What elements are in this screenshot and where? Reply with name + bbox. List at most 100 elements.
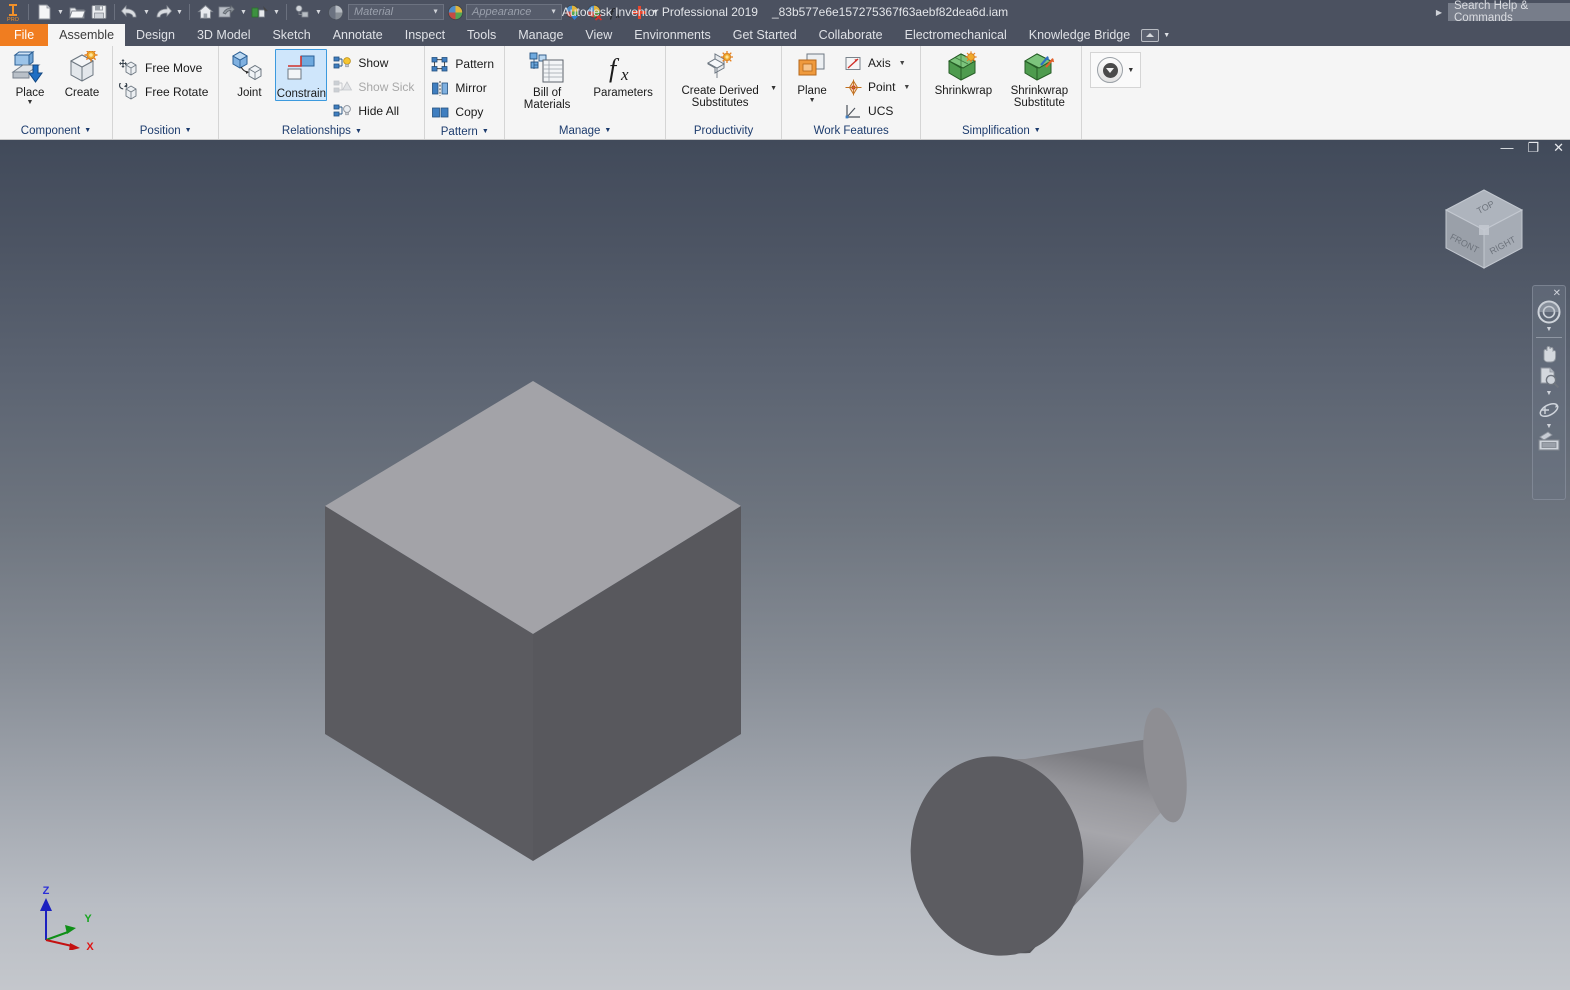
clear-appearance-icon[interactable]: [584, 1, 606, 23]
create-derived-dropdown-arrow[interactable]: ▼: [770, 85, 777, 92]
cube-model[interactable]: [325, 381, 745, 861]
panel-title-position[interactable]: Position ▼: [117, 122, 214, 139]
create-derived-substitutes-button[interactable]: Create Derived Substitutes: [670, 49, 770, 109]
orbit-dropdown-arrow[interactable]: ▼: [1546, 422, 1553, 431]
search-input[interactable]: Search Help & Commands: [1448, 0, 1570, 24]
panel-title-simplification[interactable]: Simplification ▼: [925, 122, 1077, 139]
overflow-dropdown-arrow[interactable]: ▼: [1127, 67, 1134, 74]
plane-dropdown-arrow[interactable]: ▼: [809, 97, 816, 105]
panel-title-component-arrow[interactable]: ▼: [84, 127, 91, 134]
panel-title-pattern[interactable]: Pattern ▼: [429, 124, 500, 139]
constrain-button[interactable]: Constrain: [275, 49, 328, 101]
pan-hand-icon[interactable]: [1534, 341, 1564, 365]
cone-model[interactable]: [862, 670, 1192, 965]
panel-title-relationships-arrow[interactable]: ▼: [355, 128, 362, 135]
point-button[interactable]: Point ▼: [842, 75, 916, 99]
material-combobox-arrow[interactable]: ▼: [432, 9, 439, 16]
ribbon-minimize-icon[interactable]: [1141, 28, 1160, 42]
save-icon[interactable]: [88, 1, 110, 23]
select-dropdown-arrow[interactable]: ▼: [313, 1, 324, 23]
fx-parameters-icon[interactable]: f x: [606, 1, 628, 23]
tab-sketch[interactable]: Sketch: [261, 24, 321, 46]
inventor-pro-logo-icon[interactable]: PRO: [2, 1, 24, 23]
ribbon-minimize-arrow[interactable]: ▼: [1163, 32, 1170, 39]
bill-of-materials-button[interactable]: Bill of Materials: [509, 49, 585, 111]
pattern-button[interactable]: Pattern: [429, 52, 500, 76]
panel-title-relationships[interactable]: Relationships ▼: [223, 123, 420, 139]
undo-dropdown-arrow[interactable]: ▼: [141, 1, 152, 23]
search-expand-caret[interactable]: ▶: [1430, 8, 1448, 17]
panel-title-component[interactable]: Component ▼: [4, 122, 108, 139]
restore-button[interactable]: ❐: [1527, 141, 1539, 154]
new-file-dropdown-arrow[interactable]: ▼: [55, 1, 66, 23]
plane-button[interactable]: Plane ▼: [786, 49, 838, 105]
tab-collaborate[interactable]: Collaborate: [808, 24, 894, 46]
panel-title-pattern-arrow[interactable]: ▼: [482, 128, 489, 135]
joint-button[interactable]: Joint: [223, 49, 275, 99]
tab-get-started[interactable]: Get Started: [722, 24, 808, 46]
tab-environments[interactable]: Environments: [623, 24, 721, 46]
tab-file[interactable]: File: [0, 24, 49, 46]
tab-electromechanical[interactable]: Electromechanical: [894, 24, 1018, 46]
tab-design[interactable]: Design: [125, 24, 186, 46]
free-move-button[interactable]: Free Move: [117, 56, 214, 80]
zoom-icon[interactable]: [1534, 365, 1564, 389]
appearance-sphere-icon[interactable]: [324, 1, 346, 23]
material-sphere-icon[interactable]: [444, 1, 466, 23]
look-camera-icon[interactable]: [1534, 431, 1564, 453]
appearance-combobox-arrow[interactable]: ▼: [550, 9, 557, 16]
panel-title-simplification-arrow[interactable]: ▼: [1034, 127, 1041, 134]
axis-button[interactable]: Axis ▼: [842, 51, 916, 75]
free-rotate-button[interactable]: Free Rotate: [117, 80, 214, 104]
hide-all-relationships-button[interactable]: Hide All: [331, 99, 420, 123]
show-relationships-button[interactable]: Show: [331, 51, 420, 75]
update-icon[interactable]: [249, 1, 271, 23]
point-dropdown-arrow[interactable]: ▼: [903, 84, 910, 91]
axis-dropdown-arrow[interactable]: ▼: [899, 60, 906, 67]
tab-view[interactable]: View: [574, 24, 623, 46]
tab-manage[interactable]: Manage: [507, 24, 574, 46]
material-combobox[interactable]: Material ▼: [348, 4, 444, 20]
parameters-button[interactable]: f x Parameters: [585, 49, 661, 99]
return-dropdown-arrow[interactable]: ▼: [238, 1, 249, 23]
steering-wheel-icon[interactable]: [1534, 299, 1564, 325]
tab-tools[interactable]: Tools: [456, 24, 507, 46]
place-component-button[interactable]: Place ▼: [4, 49, 56, 107]
new-file-icon[interactable]: [33, 1, 55, 23]
adjust-appearance-icon[interactable]: [562, 1, 584, 23]
view-cube[interactable]: TOP FRONT RIGHT: [1436, 180, 1532, 276]
overflow-dropdown-button[interactable]: [1097, 57, 1124, 83]
tab-inspect[interactable]: Inspect: [394, 24, 456, 46]
shrinkwrap-substitute-button[interactable]: Shrinkwrap Substitute: [1001, 49, 1077, 109]
select-icon[interactable]: [291, 1, 313, 23]
tab-assemble[interactable]: Assemble: [48, 24, 126, 46]
mirror-button[interactable]: Mirror: [429, 76, 500, 100]
zoom-dropdown-arrow[interactable]: ▼: [1546, 389, 1553, 398]
panel-title-manage[interactable]: Manage ▼: [509, 122, 661, 139]
update-dropdown-arrow[interactable]: ▼: [271, 1, 282, 23]
steering-wheel-dropdown-arrow[interactable]: ▼: [1546, 325, 1553, 334]
qat-more-arrow[interactable]: ▼: [650, 1, 661, 23]
graphics-viewport[interactable]: — ❐ ✕ TOP FRONT RIGHT ✕ ▼ ▼ ▼ Z Y X: [0, 140, 1570, 990]
undo-icon[interactable]: [119, 1, 141, 23]
tab-annotate[interactable]: Annotate: [322, 24, 394, 46]
copy-button[interactable]: Copy: [429, 100, 500, 124]
orbit-icon[interactable]: [1534, 398, 1564, 422]
place-component-dropdown-arrow[interactable]: ▼: [27, 99, 34, 107]
panel-title-position-arrow[interactable]: ▼: [185, 127, 192, 134]
redo-dropdown-arrow[interactable]: ▼: [174, 1, 185, 23]
add-to-qat-icon[interactable]: [628, 1, 650, 23]
redo-icon[interactable]: [152, 1, 174, 23]
ucs-button[interactable]: UCS: [842, 99, 916, 123]
return-icon[interactable]: [216, 1, 238, 23]
tab-3d-model[interactable]: 3D Model: [186, 24, 262, 46]
create-component-button[interactable]: Create: [56, 49, 108, 99]
tab-knowledge-bridge[interactable]: Knowledge Bridge: [1018, 24, 1141, 46]
minimize-button[interactable]: —: [1500, 141, 1513, 154]
appearance-combobox[interactable]: Appearance ▼: [466, 4, 562, 20]
close-button[interactable]: ✕: [1553, 141, 1564, 154]
home-icon[interactable]: [194, 1, 216, 23]
navbar-close-icon[interactable]: ✕: [1553, 289, 1561, 299]
open-file-icon[interactable]: [66, 1, 88, 23]
panel-title-manage-arrow[interactable]: ▼: [604, 127, 611, 134]
